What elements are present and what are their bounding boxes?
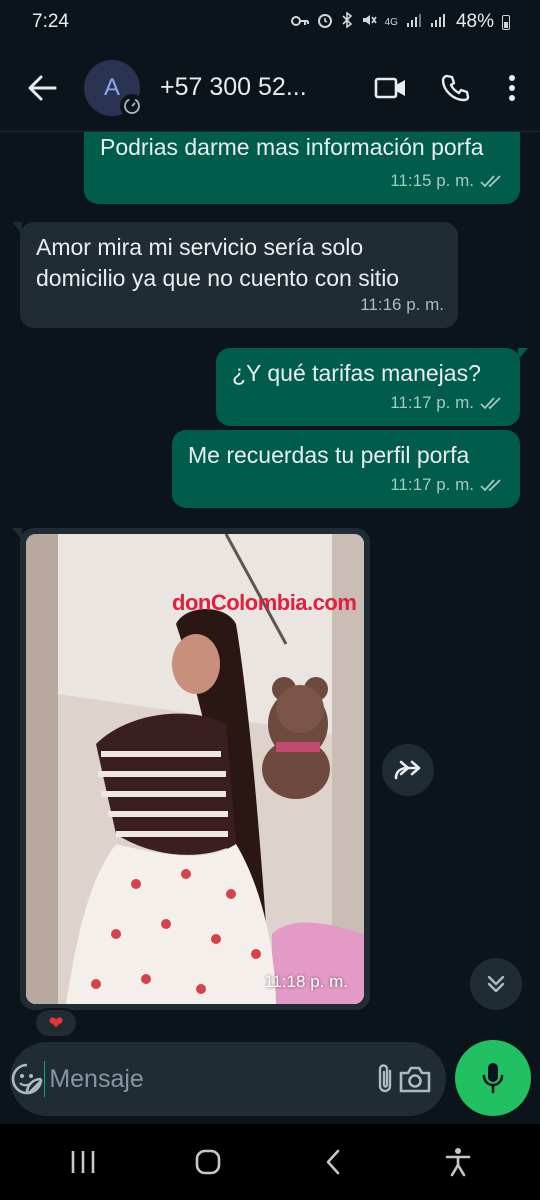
message-text: Me recuerdas tu perfil porfa xyxy=(188,442,470,468)
message-time: 11:17 p. m. xyxy=(390,393,474,412)
sticker-button[interactable] xyxy=(10,1062,44,1096)
attach-button[interactable] xyxy=(371,1062,398,1096)
video-camera-icon xyxy=(374,77,405,98)
message-time: 11:18 p. m. xyxy=(264,972,348,991)
message-input[interactable] xyxy=(45,1064,372,1094)
read-double-check-icon xyxy=(480,174,501,187)
composer xyxy=(0,1038,540,1120)
chevron-left-icon xyxy=(326,1149,339,1175)
accessibility-button[interactable] xyxy=(418,1132,498,1192)
more-vertical-icon xyxy=(509,74,515,101)
message-time: 11:17 p. m. xyxy=(390,475,474,494)
home-icon xyxy=(195,1149,220,1175)
avatar-letter: A xyxy=(103,73,120,101)
message-meta: 11:17 p. m. xyxy=(390,469,506,500)
status-time: 7:24 xyxy=(32,11,69,32)
chat-header: A +57 300 52... xyxy=(0,44,540,132)
accessibility-icon xyxy=(445,1148,470,1177)
message-text: Amor mira mi servicio sería solo domicil… xyxy=(36,234,400,291)
avatar[interactable]: A xyxy=(84,59,144,118)
bluetooth-icon xyxy=(341,11,353,32)
message-time: 11:15 p. m. xyxy=(390,171,474,190)
message-meta: 11:17 p. m. xyxy=(390,387,506,418)
back-button[interactable] xyxy=(12,75,72,101)
camera-button[interactable] xyxy=(398,1064,432,1094)
chat-area[interactable]: Podrias darme mas información porfa 11:1… xyxy=(0,132,540,1038)
heart-reaction-icon: ❤ xyxy=(48,1012,64,1033)
battery-percent: 48% xyxy=(455,11,494,32)
contact-name[interactable]: +57 300 52... xyxy=(160,73,364,102)
microphone-icon xyxy=(482,1063,504,1094)
paperclip-icon xyxy=(378,1064,391,1093)
signal-icon-2 xyxy=(430,13,446,31)
photo-attachment[interactable]: donColombia.com 11:18 p. m. xyxy=(26,534,364,1004)
network-4g-icon: 4G xyxy=(384,16,398,28)
message-input-container xyxy=(10,1042,446,1116)
recent-apps-icon xyxy=(71,1151,94,1173)
message-bubble-outgoing[interactable]: ¿Y qué tarifas manejas? 11:17 p. m. xyxy=(216,348,528,426)
scroll-to-bottom-button[interactable] xyxy=(470,958,522,1010)
recent-apps-button[interactable] xyxy=(43,1132,123,1192)
battery-icon xyxy=(502,14,510,30)
message-bubble-outgoing[interactable]: Podrias darme mas información porfa 11:1… xyxy=(84,132,520,204)
mute-icon xyxy=(361,12,377,32)
camera-icon xyxy=(399,1066,431,1093)
forward-button[interactable] xyxy=(382,744,434,796)
reaction-badge[interactable]: ❤ xyxy=(34,1008,78,1038)
phone-icon xyxy=(441,74,470,101)
arrow-left-icon xyxy=(28,75,57,100)
double-chevron-down-icon xyxy=(487,975,505,993)
back-nav-button[interactable] xyxy=(293,1132,373,1192)
more-options-button[interactable] xyxy=(492,73,532,103)
read-double-check-icon xyxy=(480,396,501,409)
image-message-bubble[interactable]: donColombia.com 11:18 p. m. xyxy=(12,528,370,1010)
status-bar: 7:24 4G 48% xyxy=(0,0,540,44)
watermark-text: donColombia.com xyxy=(172,590,357,615)
system-nav-bar xyxy=(0,1124,540,1200)
status-icons: 4G 48% xyxy=(290,11,510,33)
message-meta: 11:15 p. m. xyxy=(390,165,506,196)
forward-icon xyxy=(394,760,421,780)
sticker-icon xyxy=(11,1063,43,1095)
message-time: 11:16 p. m. xyxy=(360,295,444,314)
message-text: ¿Y qué tarifas manejas? xyxy=(232,360,481,386)
message-meta: 11:16 p. m. xyxy=(360,289,444,320)
key-icon xyxy=(290,14,309,31)
voice-call-button[interactable] xyxy=(428,73,482,103)
voice-message-button[interactable] xyxy=(455,1040,531,1116)
home-button[interactable] xyxy=(168,1132,248,1192)
message-bubble-outgoing[interactable]: Me recuerdas tu perfil porfa 11:17 p. m. xyxy=(172,430,520,508)
message-bubble-incoming[interactable]: Amor mira mi servicio sería solo domicil… xyxy=(12,222,458,328)
message-text: Podrias darme mas información porfa xyxy=(100,134,484,160)
read-double-check-icon xyxy=(480,478,501,491)
signal-icon xyxy=(406,13,422,31)
video-call-button[interactable] xyxy=(364,73,418,103)
alarm-icon xyxy=(317,12,333,32)
disappearing-timer-icon xyxy=(120,93,144,118)
